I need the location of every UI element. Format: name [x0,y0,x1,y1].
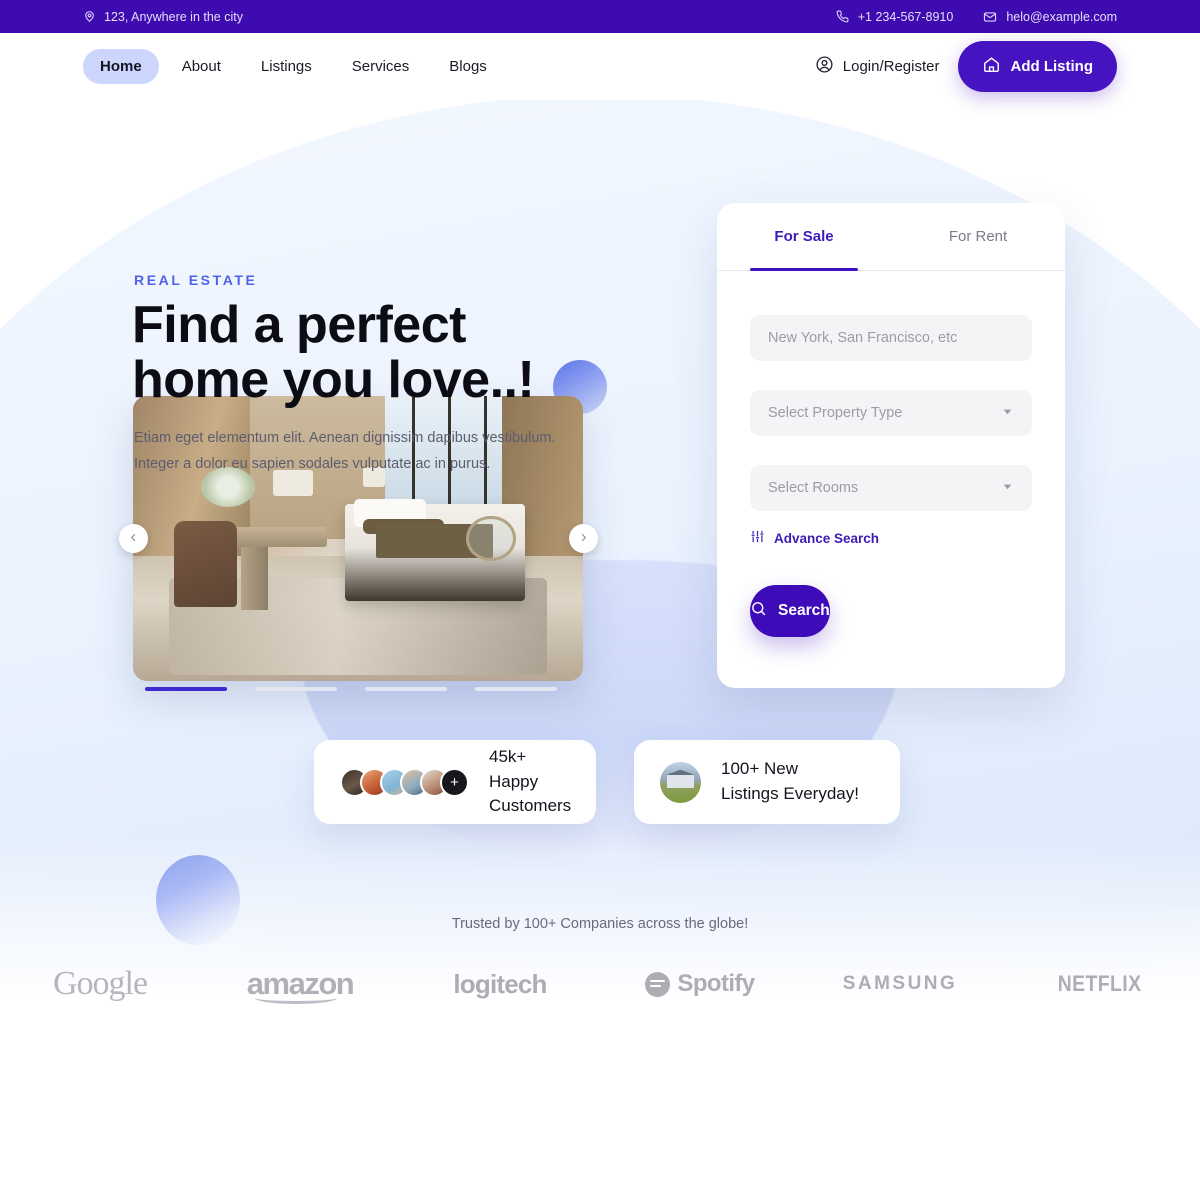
logitech-logo-text: logitech [453,968,547,999]
carousel-dot-3[interactable] [365,687,447,691]
avatar-more-badge[interactable]: + [440,767,469,797]
stat-listings-line-1: 100+ New [721,759,799,779]
brand-samsung: SAMSUNG [800,973,1000,995]
search-icon [750,600,767,622]
main-navigation: Home About Listings Services Blogs Login… [0,33,1200,100]
contact-block: +1 234-567-8910 helo@example.com [836,10,1117,24]
email-item[interactable]: helo@example.com [983,10,1117,24]
nav-item-home[interactable]: Home [83,49,159,84]
brand-spotify: Spotify [600,970,800,998]
phone-item[interactable]: +1 234-567-8910 [836,9,954,24]
carousel-prev-button[interactable] [119,524,148,553]
landing-page: 123, Anywhere in the city +1 234-567-891… [0,0,1200,1200]
property-type-select[interactable]: Select Property Type [750,390,1032,436]
login-label: Login/Register [842,58,940,75]
nav-item-about[interactable]: About [165,49,238,84]
carousel-indicators [145,687,557,691]
hero-eyebrow: REAL ESTATE [134,272,258,288]
brand-amazon: amazon [200,966,400,1004]
nav-item-services[interactable]: Services [335,49,427,84]
nav-item-blogs[interactable]: Blogs [432,49,504,84]
property-search-card: For Sale For Rent New York, San Francisc… [717,203,1065,688]
chevron-down-icon [1001,480,1014,497]
location-placeholder: New York, San Francisco, etc [768,330,958,346]
avatar-group: + [340,767,469,797]
rooms-label: Select Rooms [768,480,859,496]
advance-search-link[interactable]: Advance Search [750,529,1065,547]
email-text: helo@example.com [1006,9,1117,24]
chevron-right-icon [578,530,589,548]
trusted-caption: Trusted by 100+ Companies across the glo… [451,916,749,932]
subtext-line-2: Integer a dolor eu sapien sodales vulput… [134,455,491,472]
advance-search-label: Advance Search [774,530,880,546]
top-info-bar: 123, Anywhere in the city +1 234-567-891… [0,0,1200,33]
chevron-down-icon [1001,405,1014,422]
login-register-button[interactable]: Login/Register [815,55,940,78]
mail-icon [983,10,997,24]
location-input[interactable]: New York, San Francisco, etc [750,315,1032,361]
amazon-swoosh-icon [254,992,337,1004]
nav-links: Home About Listings Services Blogs [83,49,504,84]
carousel-dot-1[interactable] [145,687,227,691]
nav-item-listings[interactable]: Listings [244,49,329,84]
samsung-logo-text: SAMSUNG [842,973,958,994]
search-button-label: Search [778,602,830,619]
stat-customers-line-1: 45k+ Happy [489,747,539,791]
stat-listings-line-2: Listings Everyday! [721,784,859,803]
brand-logitech: logitech [400,969,600,1000]
search-button[interactable]: Search [750,585,830,637]
spotify-icon [645,971,671,997]
brand-google: Google [0,965,200,1003]
tab-for-rent[interactable]: For Rent [891,203,1065,270]
carousel-dot-2[interactable] [255,687,337,691]
nav-actions: Login/Register Add Listing [815,41,1117,92]
property-type-label: Select Property Type [768,405,903,421]
add-listing-label: Add Listing [1010,58,1094,75]
location-pin-icon [83,10,96,23]
tab-for-sale[interactable]: For Sale [717,203,891,271]
rooms-select[interactable]: Select Rooms [750,465,1032,511]
hero-headline: Find a perfect home you love..! [132,298,692,407]
stat-customers-text: 45k+ Happy Customers [489,745,571,819]
add-listing-button[interactable]: Add Listing [957,41,1117,92]
filter-sliders-icon [750,529,765,547]
google-logo-text: Google [52,965,148,1002]
stat-customers-line-2: Customers [489,796,572,816]
spotify-logo-text: Spotify [677,970,755,997]
search-tabs: For Sale For Rent [717,203,1065,271]
carousel-next-button[interactable] [569,524,598,553]
netflix-logo-text: NETFLIX [1058,971,1142,996]
house-thumbnail [660,761,701,803]
brand-logos: Google amazon logitech Spotify SAMSUNG N… [0,965,1200,1004]
address-block: 123, Anywhere in the city [83,10,243,24]
stat-card-listings: 100+ New Listings Everyday! [634,740,900,824]
phone-text: +1 234-567-8910 [857,9,954,24]
carousel-dot-4[interactable] [475,687,557,691]
chevron-left-icon [128,530,139,548]
home-plus-icon [982,55,1001,78]
address-text: 123, Anywhere in the city [104,9,243,24]
stat-card-customers: + 45k+ Happy Customers [314,740,596,824]
subtext-line-1: Etiam eget elementum elit. Aenean dignis… [134,430,556,446]
stat-listings-text: 100+ New Listings Everyday! [721,757,859,806]
brand-netflix: NETFLIX [1000,971,1200,997]
headline-line-1: Find a perfect [132,296,466,354]
headline-line-2: home you love..! [132,350,535,409]
hero-subtext: Etiam eget elementum elit. Aenean dignis… [134,426,604,478]
phone-icon [836,10,849,23]
user-circle-icon [815,55,834,78]
